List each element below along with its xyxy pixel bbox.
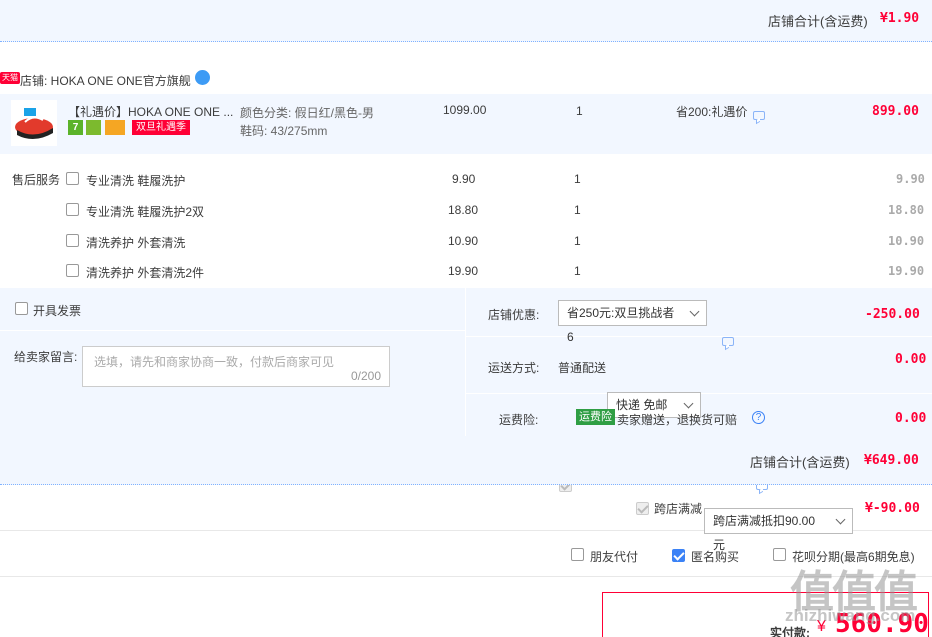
seven-day-return-badge: 7 [68,120,83,136]
coupon-label: 店铺优惠: [488,308,540,322]
chevron-down-icon [835,514,846,525]
help-icon[interactable]: ? [752,411,765,424]
cross-store-select[interactable]: 跨店满减抵扣90.00元 [704,508,853,552]
product-badges: 7 双旦礼遇季 [68,120,191,136]
service-row: 清洗养护 外套清洗 10.90 1 10.90 [0,232,932,250]
service-row: 专业清洗 鞋履洗护2双 18.80 1 18.80 [0,201,932,219]
insurance-label: 运费险: [499,413,539,427]
service-name: 清洗养护 外套清洗2件 [86,266,205,280]
product-thumbnail[interactable] [11,100,57,146]
insurance-badge: 运费险 [576,409,615,425]
service-subtotal: 18.80 [888,203,925,217]
service-subtotal: 10.90 [888,234,925,248]
anonymous-checkbox[interactable] [672,549,685,563]
insurance-amount: 0.00 [895,411,927,426]
service-checkbox[interactable] [66,203,79,216]
product-title-link[interactable]: 【礼遇价】HOKA ONE ONE ... [68,103,233,120]
shipping-label: 运送方式: [488,361,540,375]
product-attr-color: 颜色分类: 假日红/黑色-男 [240,106,374,120]
shipping-selected: 快递 免邮 [616,398,668,412]
message-box[interactable]: 选填，请先和商家协商一致，付款后商家可见 0/200 [82,346,390,387]
service-checkbox[interactable] [66,234,79,247]
huabei-checkbox[interactable] [773,548,786,561]
product-row: 【礼遇价】HOKA ONE ONE ... 7 双旦礼遇季 颜色分类: 假日红/… [0,94,932,154]
service-price: 9.90 [452,172,476,186]
discount-info-icon[interactable] [753,111,765,121]
message-counter: 0/200 [350,369,381,383]
top-total-bar: 店铺合计(含运费) ¥1.90 [0,0,932,42]
friend-pay-label: 朋友代付 [590,550,639,564]
message-label: 给卖家留言: [14,350,78,364]
product-qty: 1 [576,104,583,118]
cross-store-row: 跨店满减 跨店满减抵扣90.00元 ¥-90.00 [0,485,932,552]
service-price: 18.80 [448,203,479,217]
product-discount: 省200:礼遇价 [676,105,748,119]
product-unit-price: 1099.00 [443,103,487,117]
service-qty: 1 [574,264,581,278]
invoice-label: 开具发票 [33,304,82,318]
coupon-info-icon[interactable] [722,337,734,347]
guarantee-icon [86,120,102,136]
shoe-image [15,108,53,140]
friend-pay-checkbox[interactable] [571,548,584,561]
service-subtotal: 19.90 [888,264,925,278]
shipping-method: 普通配送 [558,361,607,375]
chevron-down-icon [683,398,694,409]
service-qty: 1 [574,234,581,248]
service-checkbox[interactable] [66,172,79,185]
service-price: 10.90 [448,234,479,248]
product-subtotal: 899.00 [872,104,919,119]
service-checkbox[interactable] [66,264,79,277]
store-name-link[interactable]: 店铺: HOKA ONE ONE官方旗舰 [20,72,191,89]
service-qty: 1 [574,172,581,186]
watermark-site: zhizhiwang.com [785,606,916,625]
tmall-badge: 天猫 [0,72,20,84]
message-placeholder: 选填，请先和商家协商一致，付款后商家可见 [94,355,335,369]
coupon-select[interactable]: 省250元:双旦挑战者6 [558,300,707,344]
invoice-checkbox[interactable] [15,302,28,315]
cross-store-amount: ¥-90.00 [865,501,920,516]
service-name: 专业清洗 鞋履洗护2双 [86,205,205,219]
wangwang-chat-icon[interactable] [195,70,210,85]
cross-store-label: 跨店满减 [654,502,703,516]
shipping-amount: 0.00 [895,352,927,367]
promo-badge: 双旦礼遇季 [132,120,191,136]
store-total-label: 店铺合计(含运费) [750,455,850,470]
anonymous-label: 匿名购买 [691,550,740,564]
coupon-amount: -250.00 [865,307,920,322]
store-total-value: ¥649.00 [864,453,919,468]
service-subtotal: 9.90 [896,172,925,186]
chevron-down-icon [689,306,700,317]
insurance-text: 卖家赠送，退换货可赔 [617,413,738,427]
top-total-value: ¥1.90 [880,11,920,26]
store-header: 天猫 店铺: HOKA ONE ONE官方旗舰 [0,70,932,90]
options-divider-right-1 [466,336,932,337]
service-price: 19.90 [448,264,479,278]
service-name: 专业清洗 鞋履洗护 [86,174,186,188]
options-divider-vertical [465,288,466,436]
top-total-label: 店铺合计(含运费) [768,14,868,29]
service-row: 专业清洗 鞋履洗护 9.90 1 9.90 [0,170,932,188]
store-total-bar: 店铺合计(含运费) ¥649.00 [0,436,932,485]
product-attr-size: 鞋码: 43/275mm [240,124,328,138]
cross-store-checkbox [636,502,649,516]
credit-card-icon [104,120,125,136]
options-divider-left [0,330,465,331]
service-row: 清洗养护 外套清洗2件 19.90 1 19.90 [0,262,932,280]
service-qty: 1 [574,203,581,217]
service-name: 清洗养护 外套清洗 [86,236,186,250]
